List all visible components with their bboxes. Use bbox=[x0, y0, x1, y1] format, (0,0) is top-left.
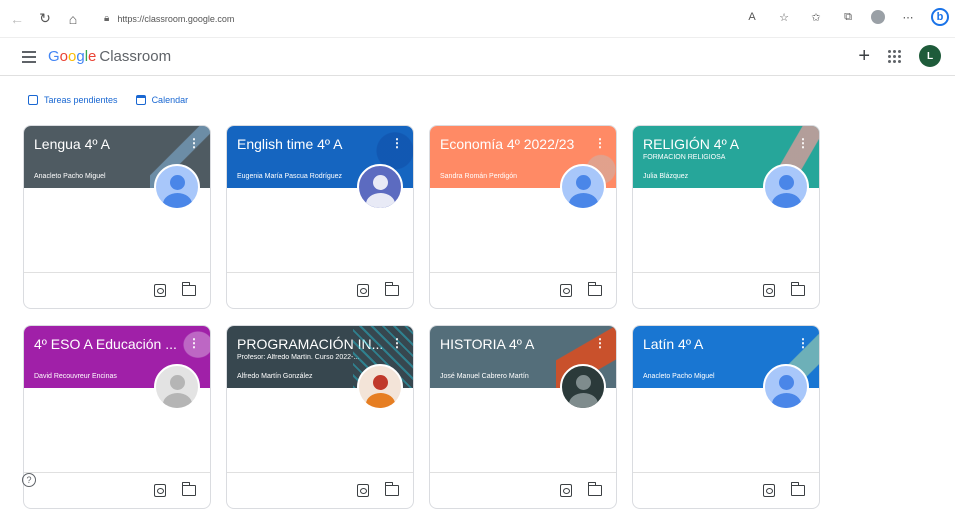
lock-icon: 🔒︎ bbox=[104, 13, 110, 24]
more-vert-icon[interactable]: ⋮ bbox=[391, 136, 403, 150]
course-card[interactable]: Economía 4º 2022/23 Sandra Román Perdigó… bbox=[429, 125, 617, 309]
course-teacher: José Manuel Cabrero Martín bbox=[440, 373, 529, 380]
card-footer bbox=[24, 272, 210, 308]
folder-icon[interactable] bbox=[790, 482, 805, 496]
more-vert-icon[interactable]: ⋮ bbox=[594, 336, 606, 350]
course-teacher: David Recouvreur Encinas bbox=[34, 373, 117, 380]
teacher-avatar bbox=[154, 364, 200, 410]
more-vert-icon[interactable]: ⋮ bbox=[797, 136, 809, 150]
teacher-avatar bbox=[560, 364, 606, 410]
google-apps-icon[interactable] bbox=[888, 49, 901, 63]
help-icon[interactable]: ? bbox=[22, 473, 36, 487]
add-favorite-icon[interactable]: ☆ bbox=[775, 8, 793, 26]
calendar-label: Calendar bbox=[151, 95, 189, 105]
assignments-icon[interactable] bbox=[560, 284, 572, 297]
assignments-icon[interactable] bbox=[763, 284, 775, 297]
more-options-icon[interactable]: ⋯ bbox=[899, 8, 917, 26]
course-teacher: Julia Blázquez bbox=[643, 173, 689, 180]
browser-profile-icon[interactable] bbox=[871, 10, 885, 24]
course-teacher: Anacleto Pacho Miguel bbox=[34, 173, 106, 180]
product-name: Classroom bbox=[99, 48, 172, 65]
teacher-avatar bbox=[763, 164, 809, 210]
card-footer bbox=[430, 272, 616, 308]
assignments-icon[interactable] bbox=[560, 484, 572, 497]
course-teacher: Sandra Román Perdigón bbox=[440, 173, 518, 180]
course-card[interactable]: HISTORIA 4º A José Manuel Cabrero Martín… bbox=[429, 325, 617, 509]
logo-letter: e bbox=[88, 48, 97, 65]
classroom-logo[interactable]: G o o g l e Classroom bbox=[48, 48, 171, 65]
more-vert-icon[interactable]: ⋮ bbox=[188, 336, 200, 350]
checklist-icon bbox=[28, 95, 38, 105]
browser-toolbar: ← ↻ ⌂ 🔒︎ https://classroom.google.com A … bbox=[0, 0, 955, 38]
teacher-avatar bbox=[763, 364, 809, 410]
bing-icon[interactable]: b bbox=[931, 8, 949, 26]
teacher-avatar bbox=[154, 164, 200, 210]
card-footer bbox=[24, 472, 210, 508]
read-aloud-icon[interactable]: A bbox=[743, 8, 761, 26]
account-avatar[interactable]: L bbox=[919, 45, 941, 67]
course-card[interactable]: 4º ESO A Educación ... David Recouvreur … bbox=[23, 325, 211, 509]
card-footer bbox=[633, 272, 819, 308]
folder-icon[interactable] bbox=[587, 482, 602, 496]
quick-links: Tareas pendientes Calendar bbox=[28, 95, 188, 105]
card-footer bbox=[227, 472, 413, 508]
assignments-icon[interactable] bbox=[154, 484, 166, 497]
pending-tasks-label: Tareas pendientes bbox=[44, 95, 118, 105]
course-card[interactable]: Latín 4º A Anacleto Pacho Miguel ⋮ bbox=[632, 325, 820, 509]
favorites-icon[interactable]: ✩ bbox=[807, 8, 825, 26]
folder-icon[interactable] bbox=[181, 482, 196, 496]
reload-icon[interactable]: ↻ bbox=[34, 8, 56, 30]
calendar-link[interactable]: Calendar bbox=[135, 95, 189, 105]
folder-icon[interactable] bbox=[181, 282, 196, 296]
logo-letter: o bbox=[68, 48, 77, 65]
card-footer bbox=[430, 472, 616, 508]
course-teacher: Alfredo Martín González bbox=[237, 373, 313, 380]
folder-icon[interactable] bbox=[384, 282, 399, 296]
pending-tasks-link[interactable]: Tareas pendientes bbox=[28, 95, 118, 105]
assignments-icon[interactable] bbox=[154, 284, 166, 297]
teacher-avatar bbox=[357, 364, 403, 410]
folder-icon[interactable] bbox=[587, 282, 602, 296]
add-class-icon[interactable]: + bbox=[858, 46, 870, 66]
more-vert-icon[interactable]: ⋮ bbox=[391, 336, 403, 350]
card-footer bbox=[633, 472, 819, 508]
logo-letter: g bbox=[76, 48, 85, 65]
assignments-icon[interactable] bbox=[357, 284, 369, 297]
course-card[interactable]: English time 4º A Eugenia María Pascua R… bbox=[226, 125, 414, 309]
app-header: G o o g l e Classroom + L bbox=[0, 38, 955, 76]
course-teacher: Eugenia María Pascua Rodríguez bbox=[237, 173, 343, 180]
assignments-icon[interactable] bbox=[763, 484, 775, 497]
home-icon[interactable]: ⌂ bbox=[62, 8, 84, 30]
course-card[interactable]: PROGRAMACIÓN IN... Profesor: Alfredo Mar… bbox=[226, 325, 414, 509]
course-teacher: Anacleto Pacho Miguel bbox=[643, 373, 715, 380]
menu-icon[interactable] bbox=[22, 50, 36, 63]
logo-letter: o bbox=[59, 48, 69, 65]
folder-icon[interactable] bbox=[790, 282, 805, 296]
card-footer bbox=[227, 272, 413, 308]
assignments-icon[interactable] bbox=[357, 484, 369, 497]
course-card[interactable]: Lengua 4º A Anacleto Pacho Miguel ⋮ bbox=[23, 125, 211, 309]
back-icon[interactable]: ← bbox=[6, 8, 28, 30]
calendar-icon bbox=[135, 95, 146, 105]
logo-letter: G bbox=[48, 48, 60, 65]
teacher-avatar bbox=[357, 164, 403, 210]
url-text: https://classroom.google.com bbox=[117, 13, 235, 24]
folder-icon[interactable] bbox=[384, 482, 399, 496]
teacher-avatar bbox=[560, 164, 606, 210]
address-bar[interactable]: 🔒︎ https://classroom.google.com bbox=[94, 5, 734, 32]
course-card[interactable]: RELIGIÓN 4º A FORMACIÓN RELIGIOSA Julia … bbox=[632, 125, 820, 309]
more-vert-icon[interactable]: ⋮ bbox=[797, 336, 809, 350]
more-vert-icon[interactable]: ⋮ bbox=[594, 136, 606, 150]
collections-icon[interactable]: ⧉ bbox=[839, 8, 857, 26]
more-vert-icon[interactable]: ⋮ bbox=[188, 136, 200, 150]
